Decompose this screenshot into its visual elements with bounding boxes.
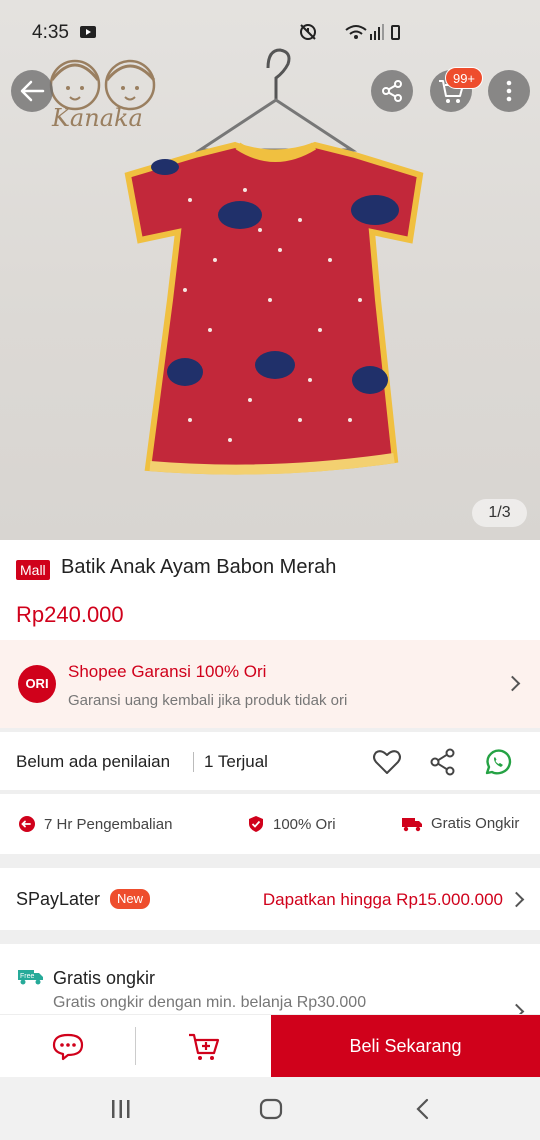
product-title: Batik Anak Ayam Babon Merah — [61, 556, 337, 578]
rating-status[interactable]: Belum ada penilaian — [16, 752, 170, 772]
chevron-right-icon — [508, 891, 525, 908]
share-icon — [382, 80, 402, 102]
brand-logo-text: Kanaka — [52, 104, 143, 132]
back-button[interactable] — [11, 70, 53, 112]
feature-label: 7 Hr Pengembalian — [44, 815, 173, 833]
more-options-button[interactable] — [488, 70, 530, 112]
system-nav-bar — [0, 1077, 540, 1140]
recent-apps-button[interactable] — [106, 1095, 136, 1123]
bottom-action-bar: Beli Sekarang — [0, 1014, 540, 1078]
chevron-right-icon — [504, 675, 521, 692]
feature-row[interactable]: 7 Hr Pengembalian 100% Ori Gratis Ongkir — [0, 794, 540, 854]
battery-icon — [391, 25, 400, 40]
feature-label: 100% Ori — [273, 815, 336, 833]
recent-apps-icon — [112, 1100, 130, 1118]
share-button[interactable] — [371, 70, 413, 112]
chat-icon — [52, 1033, 83, 1060]
product-detail-screen: 4:35 Kanaka 99+ 1/3 Mall Batik Anak Ayam… — [0, 0, 540, 1140]
product-price: Rp240.000 — [16, 602, 124, 627]
product-info: Mall Batik Anak Ayam Babon Merah Rp240.0… — [0, 540, 540, 640]
image-counter: 1/3 — [472, 499, 527, 527]
spaylater-label: SPayLater — [16, 889, 101, 909]
shield-icon — [249, 816, 263, 832]
status-icons — [300, 24, 384, 40]
home-icon — [259, 1098, 283, 1120]
new-badge: New — [110, 889, 151, 909]
guarantee-title: Shopee Garansi 100% Ori — [68, 662, 267, 681]
spaylater-row[interactable]: SPayLater New Dapatkan hingga Rp15.000.0… — [0, 868, 540, 930]
guarantee-subtitle: Garansi uang kembali jika produk tidak o… — [68, 692, 348, 709]
cart-count-badge: 99+ — [445, 67, 483, 89]
feature-return: 7 Hr Pengembalian — [18, 815, 172, 833]
free-shipping-icon-text: Free — [20, 973, 35, 980]
buy-now-button[interactable]: Beli Sekarang — [271, 1015, 540, 1078]
return-icon — [19, 816, 35, 832]
guarantee-banner[interactable]: ORI Shopee Garansi 100% Ori Garansi uang… — [0, 640, 540, 728]
spaylater-offer: Dapatkan hingga Rp15.000.000 — [262, 890, 503, 909]
home-button[interactable] — [256, 1095, 286, 1123]
shipping-row[interactable]: Free Gratis ongkir Gratis ongkir dengan … — [0, 944, 540, 1024]
mall-badge: Mall — [16, 560, 50, 580]
add-to-cart-icon — [188, 1033, 219, 1060]
sold-count: 1 Terjual — [204, 752, 268, 771]
feature-label: Gratis Ongkir — [431, 815, 520, 832]
shipping-title: Gratis ongkir — [53, 968, 156, 988]
ori-badge-icon: ORI — [18, 665, 56, 703]
product-image[interactable]: 4:35 Kanaka 99+ 1/3 — [0, 0, 540, 540]
heart-icon[interactable] — [371, 746, 403, 778]
chevron-left-icon — [416, 1098, 429, 1120]
shipping-subtitle: Gratis ongkir dengan min. belanja Rp30.0… — [53, 994, 367, 1011]
rating-row: Belum ada penilaian 1 Terjual — [0, 732, 540, 790]
share-icon[interactable] — [427, 746, 459, 778]
add-to-cart-button[interactable] — [136, 1015, 271, 1078]
truck-icon — [402, 817, 422, 831]
free-shipping-icon: Free — [18, 970, 43, 985]
feature-ori: 100% Ori — [247, 815, 336, 833]
more-vertical-icon — [506, 80, 512, 102]
whatsapp-icon[interactable] — [482, 746, 514, 778]
divider — [193, 752, 194, 772]
back-nav-button[interactable] — [408, 1095, 438, 1123]
youtube-icon — [80, 26, 96, 38]
arrow-left-icon — [20, 80, 45, 102]
feature-shipping: Gratis Ongkir — [401, 815, 519, 832]
chat-button[interactable] — [0, 1015, 135, 1078]
